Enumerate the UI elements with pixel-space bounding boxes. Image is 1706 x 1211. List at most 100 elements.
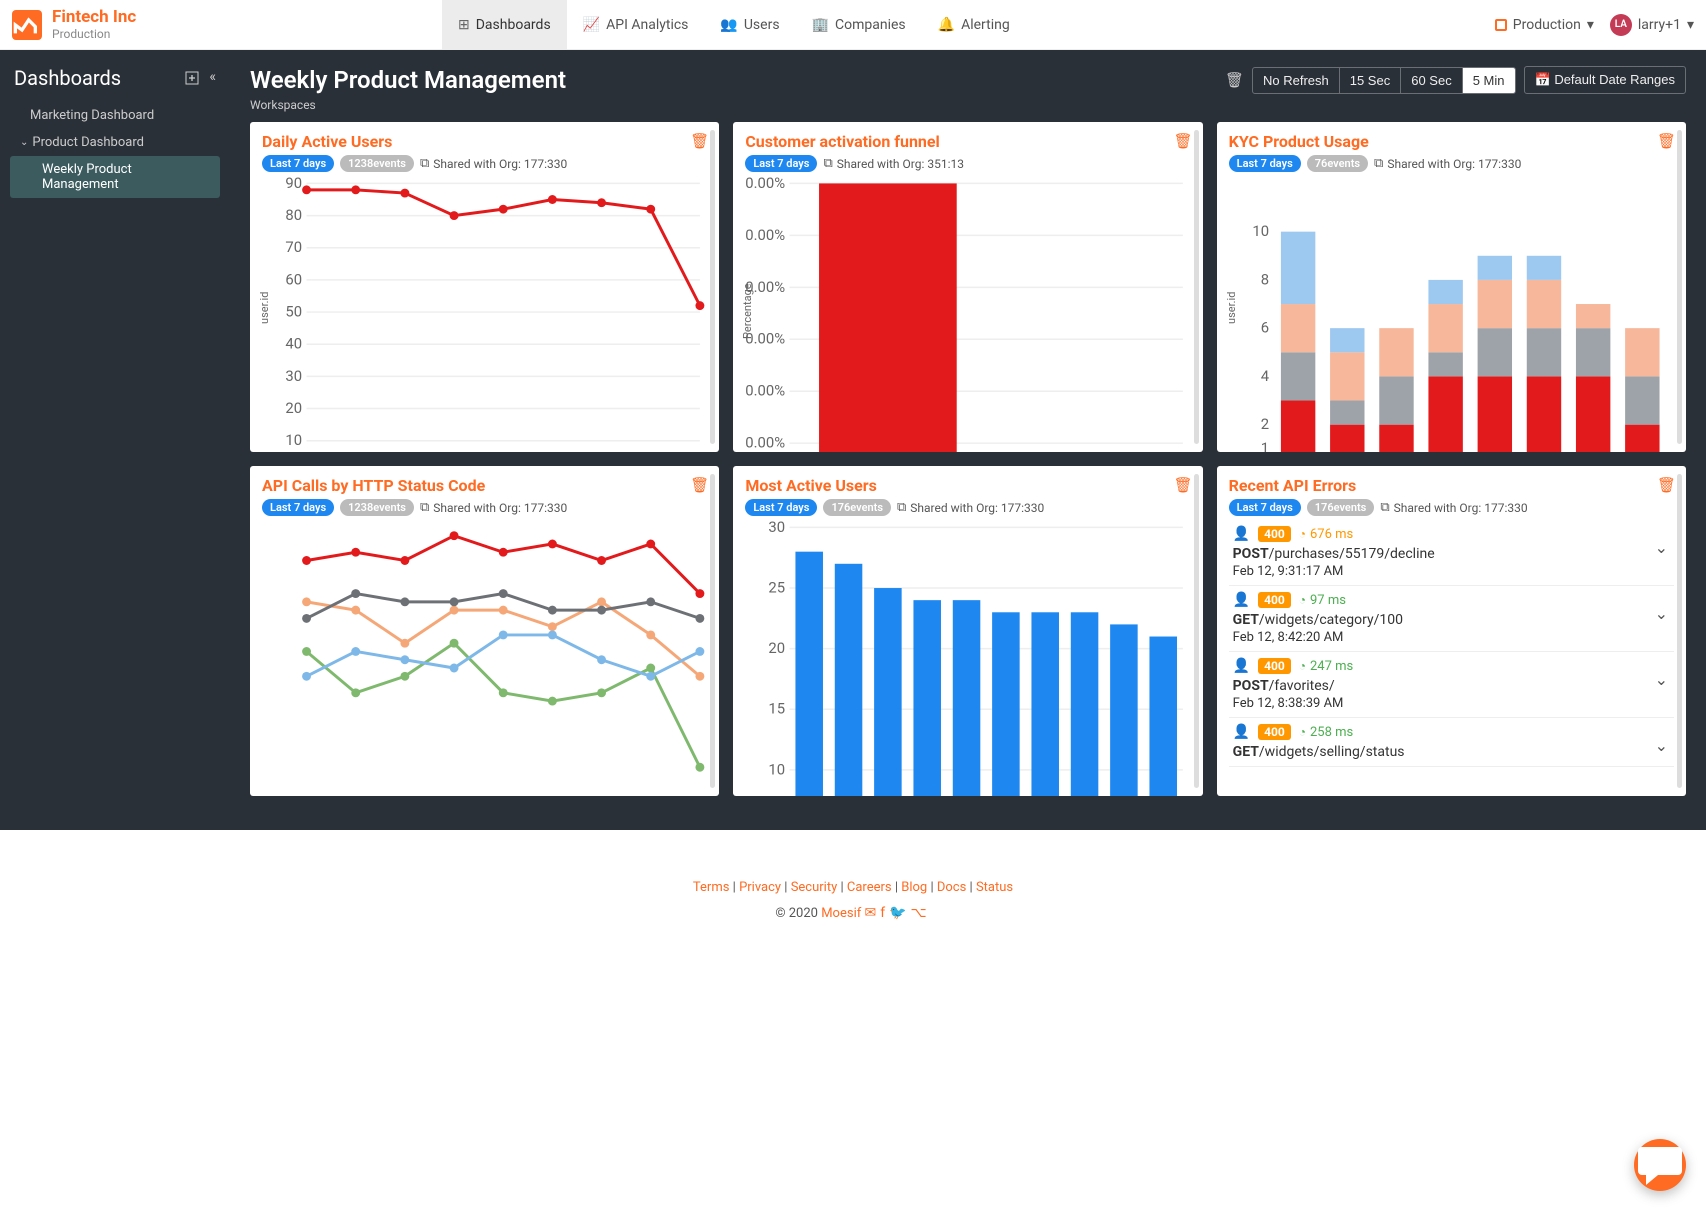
footer-link[interactable]: Security	[791, 880, 838, 895]
sidebar-item[interactable]: Marketing Dashboard	[0, 102, 230, 129]
nav-api-analytics[interactable]: 📈API Analytics	[567, 0, 705, 50]
mail-icon[interactable]: ✉	[865, 905, 881, 921]
user-menu[interactable]: LA larry+1 ▾	[1610, 14, 1694, 36]
facebook-icon[interactable]: f	[880, 905, 889, 921]
scrollbar[interactable]	[1194, 130, 1199, 444]
chart-kyc: user.id 124681020Feb 05Feb 06Feb 07Feb 0…	[1229, 176, 1674, 452]
svg-text:20: 20	[285, 399, 302, 417]
svg-text:90: 90	[285, 176, 302, 192]
nav-dashboards[interactable]: ⊞Dashboards	[442, 0, 567, 50]
footer-link[interactable]: Terms	[693, 880, 730, 895]
scrollbar[interactable]	[710, 130, 715, 444]
chat-fab[interactable]	[1634, 1139, 1686, 1191]
error-path: GET/widgets/category/100	[1233, 612, 1670, 628]
footer-link[interactable]: Careers	[847, 880, 892, 895]
date-range-label: Default Date Ranges	[1554, 72, 1675, 87]
nav-users[interactable]: 👥Users	[704, 0, 795, 50]
svg-text:60.00%: 60.00%	[745, 382, 785, 400]
shared-label: ⧉Shared with Org: 177:330	[897, 500, 1044, 515]
yaxis-label: user.id	[258, 292, 271, 324]
status-code: 400	[1258, 592, 1291, 608]
svg-text:30: 30	[285, 367, 302, 385]
svg-text:70: 70	[285, 238, 302, 256]
svg-text:2: 2	[1260, 415, 1268, 433]
chevron-down-icon[interactable]: ⌄	[1655, 538, 1668, 557]
add-dashboard-button[interactable]	[185, 69, 199, 87]
env-selector[interactable]: Production ▾	[1495, 17, 1594, 33]
share-icon: ⧉	[1374, 156, 1383, 171]
refresh-option[interactable]: 5 Min	[1463, 68, 1515, 93]
delete-card-button[interactable]: 🗑	[1174, 476, 1193, 494]
svg-text:40: 40	[285, 335, 302, 353]
sidebar-item[interactable]: Weekly Product Management	[10, 156, 220, 198]
brand-link[interactable]: Moesif	[821, 906, 861, 921]
scrollbar[interactable]	[1194, 474, 1199, 788]
shared-label: ⧉Shared with Org: 177:330	[1380, 500, 1527, 515]
card-title: Daily Active Users	[262, 132, 707, 151]
error-item[interactable]: 👤400◔247 msPOST/favorites/Feb 12, 8:38:3…	[1229, 652, 1674, 718]
collapse-sidebar-button[interactable]: «	[209, 69, 216, 87]
card-status: API Calls by HTTP Status Code 🗑 Last 7 d…	[250, 466, 719, 796]
refresh-segmented: No Refresh15 Sec60 Sec5 Min	[1252, 67, 1516, 94]
chart-dau: user.id 0102030405060708090Feb 05Feb 06F…	[262, 176, 707, 452]
clock-icon: ◔	[1299, 659, 1306, 673]
env-label: Production	[52, 27, 136, 41]
footer-link[interactable]: Status	[976, 880, 1013, 895]
sidebar-item[interactable]: ⌄ Product Dashboard	[0, 129, 230, 156]
chevron-down-icon[interactable]: ⌄	[1655, 736, 1668, 755]
scrollbar[interactable]	[1677, 130, 1682, 444]
delete-card-button[interactable]: 🗑	[690, 132, 709, 150]
error-item[interactable]: 👤400◔258 msGET/widgets/selling/status⌄	[1229, 718, 1674, 767]
status-code: 400	[1258, 526, 1291, 542]
github-icon[interactable]: ⌥	[911, 905, 931, 921]
footer-link[interactable]: Docs	[937, 880, 966, 895]
card-kyc: KYC Product Usage 🗑 Last 7 days 76events…	[1217, 122, 1686, 452]
sidebar-tree: Marketing Dashboard⌄ Product DashboardWe…	[0, 102, 230, 198]
yaxis-label: Percentage	[741, 283, 754, 339]
delete-card-button[interactable]: 🗑	[1657, 132, 1676, 150]
events-pill: 1238events	[340, 499, 414, 516]
copyright: © 2020 Moesif ✉f🐦⌥	[0, 905, 1706, 921]
svg-text:10: 10	[769, 760, 786, 778]
range-pill: Last 7 days	[745, 499, 817, 516]
chevron-down-icon[interactable]: ⌄	[1655, 604, 1668, 623]
svg-text:50: 50	[285, 303, 302, 321]
error-path: POST/favorites/	[1233, 678, 1670, 694]
error-time: Feb 12, 8:42:20 AM	[1233, 630, 1670, 645]
latency: ◔676 ms	[1299, 527, 1354, 542]
refresh-option[interactable]: 60 Sec	[1401, 68, 1462, 93]
refresh-option[interactable]: 15 Sec	[1340, 68, 1401, 93]
refresh-option[interactable]: No Refresh	[1253, 68, 1340, 93]
chevron-down-icon[interactable]: ⌄	[1655, 670, 1668, 689]
range-pill: Last 7 days	[262, 155, 334, 172]
error-item[interactable]: 👤400◔97 msGET/widgets/category/100Feb 12…	[1229, 586, 1674, 652]
delete-card-button[interactable]: 🗑	[1174, 132, 1193, 150]
scrollbar[interactable]	[710, 474, 715, 788]
nav-alerting[interactable]: 🔔Alerting	[922, 0, 1026, 50]
latency: ◔97 ms	[1299, 593, 1346, 608]
date-range-button[interactable]: 📅 Default Date Ranges	[1524, 66, 1687, 94]
footer-link[interactable]: Blog	[901, 880, 927, 895]
nav-companies[interactable]: 🏢Companies	[796, 0, 922, 50]
chart-status: Feb 05Feb 06Feb 07Feb 08Feb 09Feb 10Feb …	[262, 520, 707, 796]
page-title: Weekly Product Management	[250, 66, 1205, 94]
delete-card-button[interactable]: 🗑	[690, 476, 709, 494]
status-code: 400	[1258, 724, 1291, 740]
content-area: Dashboards « Marketing Dashboard⌄ Produc…	[0, 50, 1706, 830]
card-grid: Daily Active Users 🗑 Last 7 days 1238eve…	[250, 122, 1686, 796]
error-item[interactable]: 👤400◔676 msPOST/purchases/55179/declineF…	[1229, 520, 1674, 586]
error-list: 👤400◔676 msPOST/purchases/55179/declineF…	[1229, 520, 1674, 788]
top-header: Fintech Inc Production ⊞Dashboards📈API A…	[0, 0, 1706, 50]
main: Weekly Product Management 🗑 No Refresh15…	[230, 50, 1706, 830]
svg-text:4: 4	[1260, 367, 1268, 385]
card-title: KYC Product Usage	[1229, 132, 1674, 151]
error-path: GET/widgets/selling/status	[1233, 744, 1670, 760]
delete-card-button[interactable]: 🗑	[1657, 476, 1676, 494]
scrollbar[interactable]	[1677, 474, 1682, 788]
events-pill: 1238events	[340, 155, 414, 172]
footer-link[interactable]: Privacy	[739, 880, 781, 895]
main-header: Weekly Product Management 🗑 No Refresh15…	[250, 66, 1686, 94]
delete-dashboard-button[interactable]: 🗑	[1225, 71, 1244, 89]
env-selector-label: Production	[1513, 17, 1581, 33]
twitter-icon[interactable]: 🐦	[889, 905, 910, 921]
